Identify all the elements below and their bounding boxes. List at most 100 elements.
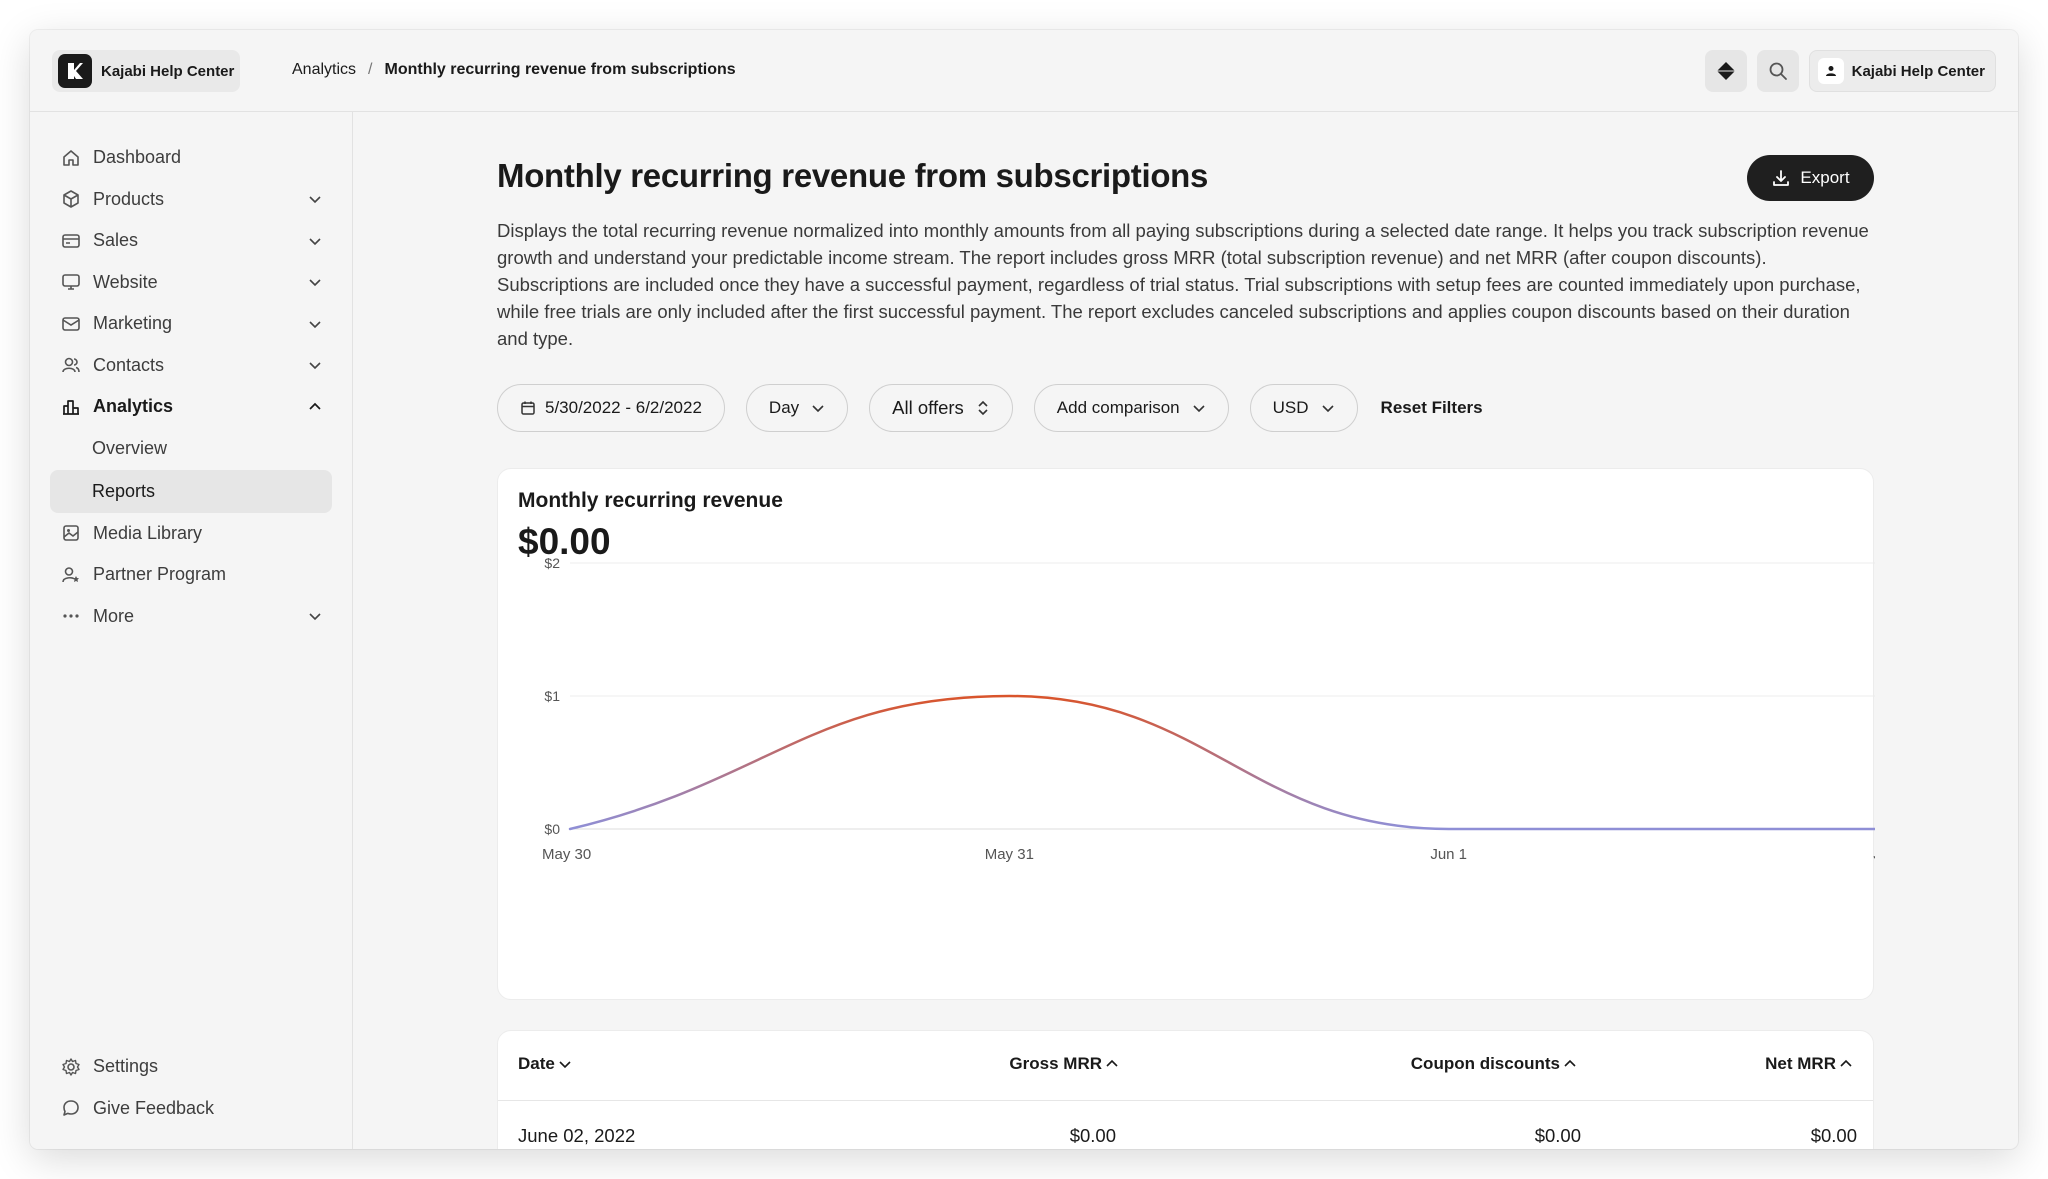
search-icon xyxy=(1769,62,1787,80)
sidebar-item-reports[interactable]: Reports xyxy=(50,470,332,513)
chevron-down-icon xyxy=(306,232,324,250)
chevron-down-icon xyxy=(306,607,324,625)
sidebar-item-products[interactable]: Products xyxy=(50,179,332,221)
sidebar-item-overview[interactable]: Overview xyxy=(50,428,332,471)
partner-icon xyxy=(60,564,82,586)
chevron-down-icon xyxy=(306,315,324,333)
sidebar-item-dashboard[interactable]: Dashboard xyxy=(50,137,332,179)
sidebar-item-partner-program[interactable]: Partner Program xyxy=(50,554,332,596)
chart-card: Monthly recurring revenue $0.00 $0 $1 $2 Ma… xyxy=(497,468,1875,1000)
sidebar-bottom: Settings Give Feedback xyxy=(50,1046,332,1129)
table-row: June 02, 2022 $0.00 $0.00 $0.00 xyxy=(498,1102,1873,1149)
chevron-up-icon xyxy=(1106,1059,1118,1067)
comparison-select[interactable]: Add comparison xyxy=(1033,384,1229,432)
user-menu-button[interactable]: Kajabi Help Center xyxy=(1808,50,1996,92)
reset-filters-link[interactable]: Reset Filters xyxy=(1381,398,1483,418)
sidebar-item-label: Dashboard xyxy=(93,147,182,168)
brand-name: Kajabi Help Center xyxy=(101,62,235,80)
offers-select[interactable]: All offers xyxy=(869,384,1013,432)
filter-bar: 5/30/2022 - 6/2/2022 Day All offers Add … xyxy=(497,384,1483,432)
sidebar-item-label: Marketing xyxy=(93,313,173,334)
chevron-down-icon xyxy=(306,190,324,208)
sidebar-item-media-library[interactable]: Media Library xyxy=(50,513,332,555)
sidebar-item-label: Analytics xyxy=(93,396,174,417)
sidebar-item-label: Partner Program xyxy=(93,564,227,585)
export-button[interactable]: Export xyxy=(1747,155,1874,201)
download-icon xyxy=(1773,170,1790,186)
sidebar-item-label: Media Library xyxy=(93,522,203,543)
column-header-gross-mrr[interactable]: Gross MRR xyxy=(1009,1054,1119,1074)
chevron-up-down-icon xyxy=(976,399,990,417)
gear-icon xyxy=(60,1056,82,1078)
export-label: Export xyxy=(1800,168,1850,187)
sidebar-item-marketing[interactable]: Marketing xyxy=(50,303,332,345)
sidebar-item-website[interactable]: Website xyxy=(50,262,332,304)
chevron-down-icon xyxy=(306,273,324,291)
mail-icon xyxy=(60,313,82,335)
sidebar-item-label: Contacts xyxy=(93,354,165,375)
offers-value: All offers xyxy=(892,397,964,418)
chevron-up-icon xyxy=(306,398,324,416)
column-header-date[interactable]: Date xyxy=(518,1054,572,1074)
mrr-line-chart: $0 $1 $2 May 30 May 31 Jun 1 Jun 2 xyxy=(542,555,1875,863)
image-icon xyxy=(60,522,82,544)
chevron-down-icon xyxy=(811,401,825,415)
search-button[interactable] xyxy=(1756,50,1799,92)
sidebar-item-more[interactable]: More xyxy=(50,596,332,638)
more-icon xyxy=(60,605,82,627)
top-actions: Kajabi Help Center xyxy=(1704,50,1996,92)
series-line xyxy=(568,694,1875,831)
brand-switcher[interactable]: Kajabi Help Center xyxy=(52,50,240,92)
currency-select[interactable]: USD xyxy=(1249,384,1358,432)
sidebar-item-give-feedback[interactable]: Give Feedback xyxy=(50,1088,332,1130)
sidebar-item-contacts[interactable]: Contacts xyxy=(50,345,332,387)
chevron-down-icon xyxy=(1192,401,1206,415)
app-window: Kajabi Help Center Analytics / Monthly r… xyxy=(30,30,2018,1149)
diamond-icon xyxy=(1716,62,1735,80)
y-tick-label: $1 xyxy=(544,688,560,704)
bar-chart-icon xyxy=(60,396,82,418)
date-range-picker[interactable]: 5/30/2022 - 6/2/2022 xyxy=(497,384,725,432)
calendar-icon xyxy=(520,400,536,416)
cell-net-mrr: $0.00 xyxy=(1810,1125,1857,1146)
x-tick-label: May 31 xyxy=(985,846,1034,863)
sidebar-item-label: Products xyxy=(93,188,165,209)
column-header-coupon-discounts[interactable]: Coupon discounts xyxy=(1411,1054,1577,1074)
date-range-value: 5/30/2022 - 6/2/2022 xyxy=(545,398,702,417)
credit-card-icon xyxy=(60,230,82,252)
sidebar-item-sales[interactable]: Sales xyxy=(50,220,332,262)
sidebar-item-label: Sales xyxy=(93,230,139,251)
chevron-down-icon xyxy=(306,356,324,374)
breadcrumb-analytics[interactable]: Analytics xyxy=(292,61,356,79)
column-header-net-mrr[interactable]: Net MRR xyxy=(1765,1054,1853,1074)
home-icon xyxy=(60,147,82,169)
column-header-label: Coupon discounts xyxy=(1410,1054,1560,1073)
chevron-up-icon xyxy=(1564,1059,1576,1067)
x-tick-label: May 30 xyxy=(542,846,591,863)
sidebar-item-label: Website xyxy=(93,271,158,292)
table-header: Date Gross MRR Coupon discounts Net MRR xyxy=(498,1031,1873,1101)
sidebar-item-analytics[interactable]: Analytics xyxy=(50,386,332,428)
granularity-select[interactable]: Day xyxy=(745,384,849,432)
sidebar-item-settings[interactable]: Settings xyxy=(50,1046,332,1088)
main-content: Monthly recurring revenue from subscript… xyxy=(354,112,2018,1149)
granularity-value: Day xyxy=(768,398,800,417)
cell-date: June 02, 2022 xyxy=(518,1125,636,1146)
comparison-value: Add comparison xyxy=(1056,398,1180,417)
column-header-label: Date xyxy=(518,1054,555,1073)
breadcrumb-separator: / xyxy=(368,61,373,78)
mrr-table: Date Gross MRR Coupon discounts Net MRR … xyxy=(497,1030,1874,1149)
kajabi-logo-icon xyxy=(58,54,92,88)
column-header-label: Gross MRR xyxy=(1009,1054,1102,1073)
sidebar-item-label: Give Feedback xyxy=(93,1097,215,1118)
sidebar-item-label: Settings xyxy=(93,1056,159,1077)
monitor-icon xyxy=(60,271,82,293)
y-tick-label: $2 xyxy=(544,555,560,571)
cell-coupon-discounts: $0.00 xyxy=(1534,1125,1581,1146)
avatar xyxy=(1817,58,1844,84)
y-tick-label: $0 xyxy=(544,821,560,837)
chevron-up-icon xyxy=(1840,1059,1852,1067)
x-tick-label: Jun 2 xyxy=(1873,846,1875,863)
diamond-button[interactable] xyxy=(1704,50,1747,92)
chat-icon xyxy=(60,1097,82,1119)
